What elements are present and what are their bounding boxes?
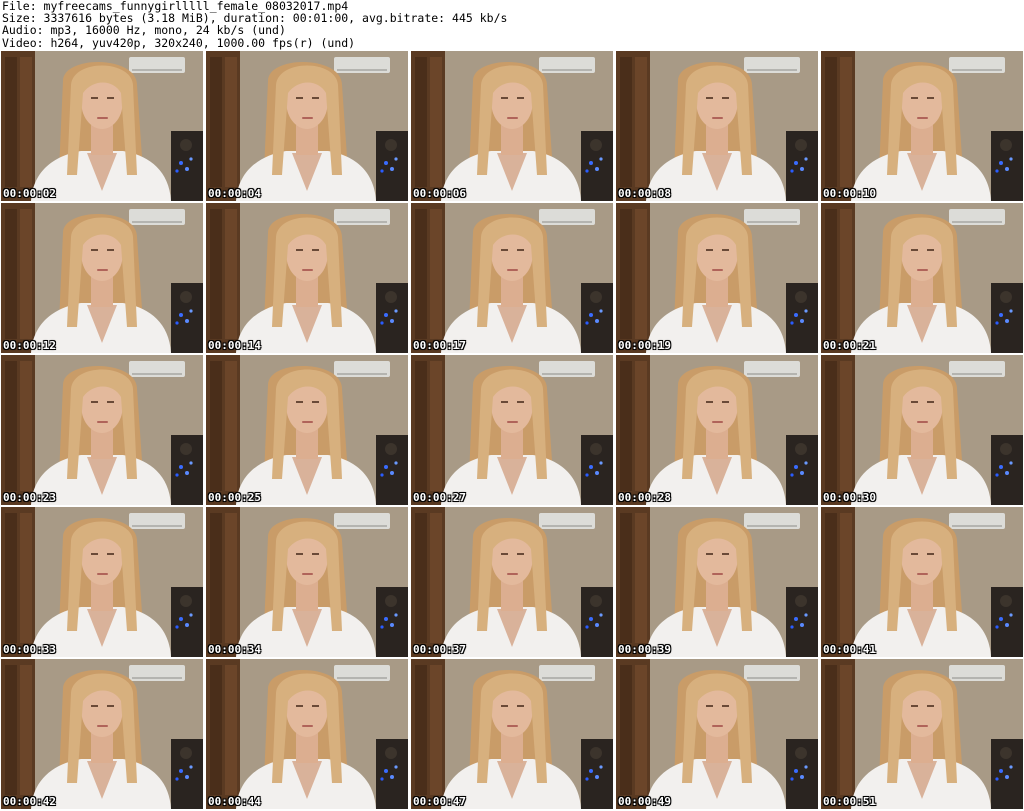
thumbnail-frame: 00:00:41 [821, 507, 1023, 657]
thumbnail-image [1, 355, 203, 505]
thumbnail-timestamp: 00:00:08 [618, 187, 671, 200]
file-info-header: File: myfreecams_funnygirlllll_female_08… [2, 0, 1020, 50]
thumbnail-image [1, 659, 203, 809]
thumbnail-frame: 00:00:39 [616, 507, 818, 657]
thumbnail-frame: 00:00:19 [616, 203, 818, 353]
thumbnail-image [616, 507, 818, 657]
thumbnail-timestamp: 00:00:28 [618, 491, 671, 504]
thumbnail-frame: 00:00:33 [1, 507, 203, 657]
thumbnail-image [821, 355, 1023, 505]
thumbnail-frame: 00:00:42 [1, 659, 203, 809]
thumbnail-frame: 00:00:47 [411, 659, 613, 809]
thumbnail-image [411, 203, 613, 353]
thumbnail-image [821, 659, 1023, 809]
thumbnail-timestamp: 00:00:14 [208, 339, 261, 352]
thumbnail-image [616, 203, 818, 353]
thumbnail-timestamp: 00:00:06 [413, 187, 466, 200]
thumbnail-timestamp: 00:00:27 [413, 491, 466, 504]
thumbnail-frame: 00:00:21 [821, 203, 1023, 353]
thumbnail-timestamp: 00:00:12 [3, 339, 56, 352]
thumbnail-timestamp: 00:00:33 [3, 643, 56, 656]
thumbnail-timestamp: 00:00:37 [413, 643, 466, 656]
thumbnail-timestamp: 00:00:10 [823, 187, 876, 200]
thumbnail-timestamp: 00:00:17 [413, 339, 466, 352]
thumbnail-image [616, 355, 818, 505]
thumbnail-frame: 00:00:06 [411, 51, 613, 201]
thumbnail-frame: 00:00:51 [821, 659, 1023, 809]
thumbnail-image [206, 355, 408, 505]
thumbnail-image [411, 51, 613, 201]
audio-info-line: Audio: mp3, 16000 Hz, mono, 24 kb/s (und… [2, 23, 286, 38]
thumbnail-frame: 00:00:25 [206, 355, 408, 505]
thumbnail-timestamp: 00:00:44 [208, 795, 261, 808]
thumbnail-frame: 00:00:30 [821, 355, 1023, 505]
thumbnail-timestamp: 00:00:51 [823, 795, 876, 808]
thumbnail-frame: 00:00:17 [411, 203, 613, 353]
thumbnail-frame: 00:00:14 [206, 203, 408, 353]
thumbnail-frame: 00:00:49 [616, 659, 818, 809]
thumbnail-frame: 00:00:37 [411, 507, 613, 657]
thumbnail-image [206, 659, 408, 809]
thumbnail-timestamp: 00:00:02 [3, 187, 56, 200]
thumbnail-image [821, 51, 1023, 201]
thumbnail-image [821, 507, 1023, 657]
thumbnail-timestamp: 00:00:42 [3, 795, 56, 808]
thumbnail-image [1, 507, 203, 657]
thumbnail-image [411, 507, 613, 657]
thumbnail-frame: 00:00:10 [821, 51, 1023, 201]
video-info-line: Video: h264, yuv420p, 320x240, 1000.00 f… [2, 35, 356, 50]
thumbnail-image [1, 203, 203, 353]
thumbnail-image [616, 659, 818, 809]
thumbnail-grid: 00:00:02 00:00:04 00:00:06 00:00:08 00:0… [0, 51, 1024, 811]
thumbnail-timestamp: 00:00:25 [208, 491, 261, 504]
thumbnail-timestamp: 00:00:30 [823, 491, 876, 504]
thumbnail-image [206, 507, 408, 657]
thumbnail-image [206, 51, 408, 201]
thumbnail-image [411, 659, 613, 809]
thumbnail-image [1, 51, 203, 201]
thumbnail-timestamp: 00:00:34 [208, 643, 261, 656]
thumbnail-image [206, 203, 408, 353]
thumbnail-frame: 00:00:23 [1, 355, 203, 505]
thumbnail-timestamp: 00:00:23 [3, 491, 56, 504]
thumbnail-frame: 00:00:08 [616, 51, 818, 201]
thumbnail-timestamp: 00:00:49 [618, 795, 671, 808]
thumbnail-timestamp: 00:00:19 [618, 339, 671, 352]
thumbnail-image [411, 355, 613, 505]
thumbnail-timestamp: 00:00:21 [823, 339, 876, 352]
thumbnail-timestamp: 00:00:39 [618, 643, 671, 656]
thumbnail-timestamp: 00:00:41 [823, 643, 876, 656]
thumbnail-frame: 00:00:04 [206, 51, 408, 201]
thumbnail-timestamp: 00:00:47 [413, 795, 466, 808]
thumbnail-frame: 00:00:34 [206, 507, 408, 657]
thumbnail-image [616, 51, 818, 201]
thumbnail-frame: 00:00:12 [1, 203, 203, 353]
thumbnail-frame: 00:00:02 [1, 51, 203, 201]
thumbnail-frame: 00:00:27 [411, 355, 613, 505]
thumbnail-image [821, 203, 1023, 353]
thumbnail-frame: 00:00:28 [616, 355, 818, 505]
thumbnail-timestamp: 00:00:04 [208, 187, 261, 200]
thumbnail-frame: 00:00:44 [206, 659, 408, 809]
